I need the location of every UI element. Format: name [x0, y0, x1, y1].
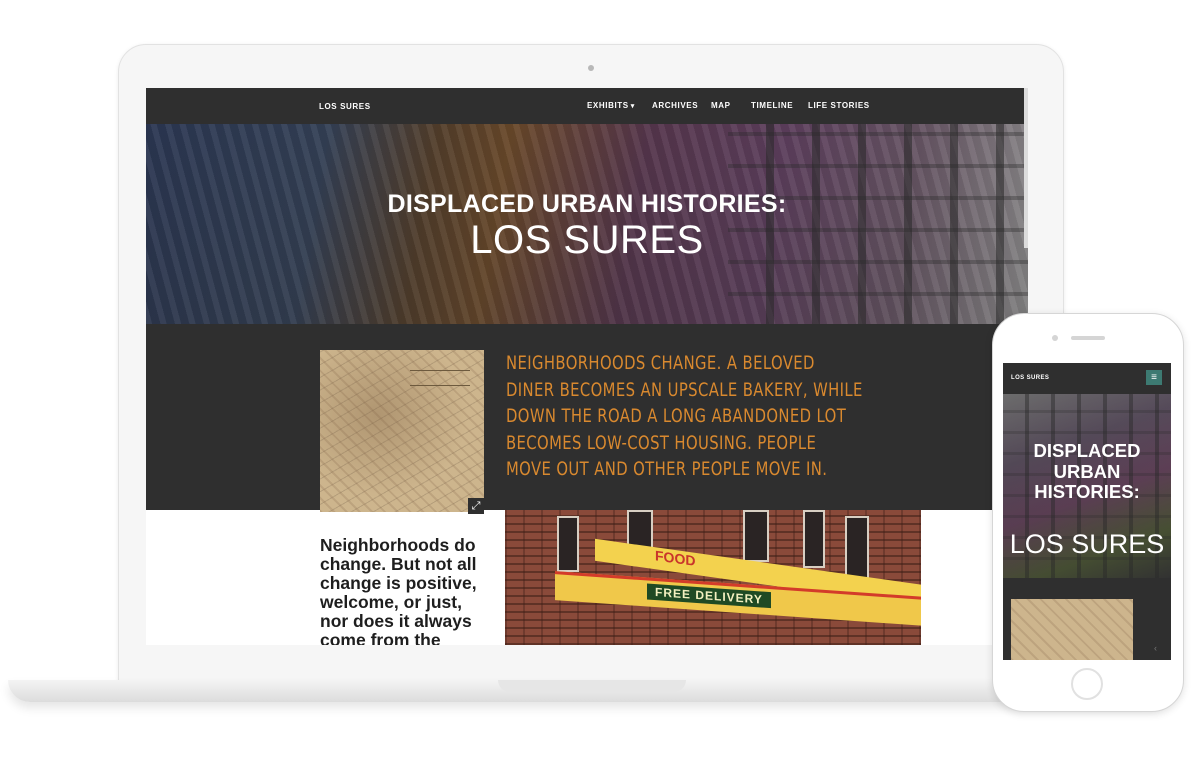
phone-historic-map-image[interactable]	[1011, 599, 1133, 660]
nav-item-map[interactable]: MAP	[711, 101, 731, 110]
hamburger-menu-icon[interactable]: ≡	[1146, 370, 1162, 385]
phone-screen: LOS SURES ≡ DISPLACED URBAN HISTORIES: L…	[1003, 363, 1171, 660]
hero-subtitle: LOS SURES	[470, 218, 704, 262]
hero-banner: DISPLACED URBAN HISTORIES: LOS SURES	[146, 124, 1028, 324]
phone-hero-subtitle: LOS SURES	[1009, 529, 1165, 559]
map-title-block	[410, 370, 470, 386]
historic-map-image[interactable]	[320, 350, 484, 512]
chevron-down-icon: ▾	[630, 103, 635, 110]
free-delivery-sign: FREE DELIVERY	[647, 583, 771, 609]
phone-home-button	[1071, 668, 1103, 700]
brand-link[interactable]: LOS SURES	[319, 102, 371, 111]
nav-item-exhibits[interactable]: EXHIBITS ▾	[587, 101, 635, 110]
navbar: LOS SURES EXHIBITS ▾ ARCHIVES MAP TIMELIN…	[146, 88, 1028, 124]
grocery-photo: FOOD FREE DELIVERY	[505, 510, 921, 645]
expand-icon[interactable]: ⤢	[468, 498, 484, 514]
phone-speaker	[1071, 336, 1105, 340]
phone-navbar: LOS SURES ≡	[1003, 363, 1171, 394]
phone-brand-link[interactable]: LOS SURES	[1011, 375, 1049, 381]
phone-hero-title: DISPLACED URBAN HISTORIES:	[1033, 440, 1141, 502]
nav-item-exhibits-label: EXHIBITS	[587, 101, 629, 110]
body-text: Neighborhoods do change. But not all cha…	[320, 535, 477, 646]
intro-text: NEIGHBORHOODS CHANGE. A BELOVED DINER BE…	[506, 352, 863, 480]
hero-title: DISPLACED URBAN HISTORIES:	[387, 190, 787, 218]
phone-hero-banner: DISPLACED URBAN HISTORIES: LOS SURES	[1003, 394, 1171, 578]
laptop-screen: LOS SURES EXHIBITS ▾ ARCHIVES MAP TIMELIN…	[146, 88, 1028, 645]
laptop-camera	[588, 65, 594, 71]
window	[845, 516, 869, 580]
phone-camera	[1052, 335, 1058, 341]
window	[557, 516, 579, 572]
scrollbar[interactable]	[1024, 88, 1028, 248]
nav-item-life-stories[interactable]: LIFE STORIES	[808, 101, 870, 110]
window	[803, 510, 825, 568]
nav-item-timeline[interactable]: TIMELINE	[751, 101, 793, 110]
nav-item-archives[interactable]: ARCHIVES	[652, 101, 698, 110]
window	[743, 510, 769, 562]
chevron-left-icon[interactable]: ‹	[1154, 643, 1157, 653]
laptop-trackpad-notch	[498, 680, 686, 692]
